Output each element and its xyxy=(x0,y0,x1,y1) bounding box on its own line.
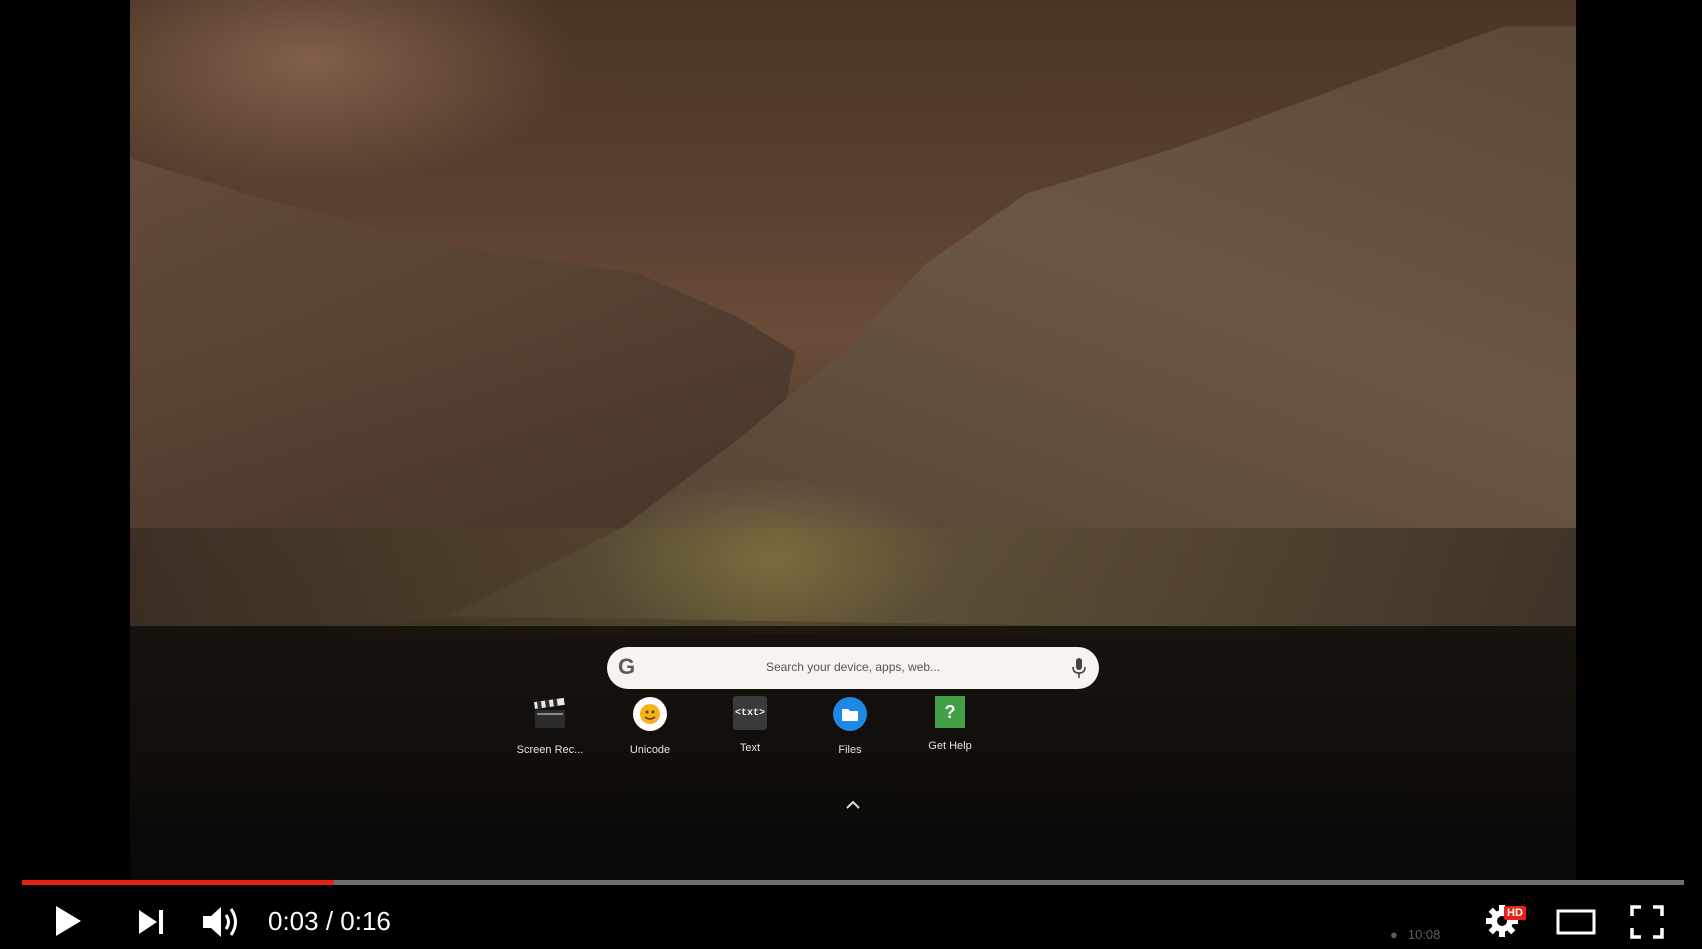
text-icon-glyph: <txt> xyxy=(734,707,765,719)
app-get-help[interactable]: ? Get Help xyxy=(900,696,1000,752)
search-placeholder: Search your device, apps, web... xyxy=(765,660,941,674)
emoji-face-icon xyxy=(632,696,668,732)
app-screen-recorder[interactable]: Screen Rec... xyxy=(500,696,600,756)
video-player-controls: 0:03 / 0:16 ● 10:08 HD xyxy=(0,870,1702,949)
progress-bar[interactable] xyxy=(22,880,1684,885)
progress-bar-played xyxy=(22,880,334,885)
next-icon[interactable] xyxy=(136,907,166,937)
chromeos-shelf-status: ● 10:08 xyxy=(1390,920,1570,948)
question-mark-icon: ? xyxy=(935,696,965,728)
clapperboard-icon xyxy=(532,696,568,732)
text-editor-icon: <txt> xyxy=(733,696,767,730)
app-label: Screen Rec... xyxy=(516,744,584,756)
app-label: Unicode xyxy=(629,744,671,756)
app-label: Text xyxy=(739,742,761,754)
app-text[interactable]: <txt> Text xyxy=(700,696,800,754)
hd-badge: HD xyxy=(1504,906,1526,920)
fullscreen-icon[interactable] xyxy=(1630,905,1664,939)
app-unicode[interactable]: Unicode xyxy=(600,696,700,756)
play-icon[interactable] xyxy=(52,903,84,939)
theater-mode-icon[interactable] xyxy=(1556,908,1596,936)
app-launcher: G Search your device, apps, web... Scree… xyxy=(130,626,1576,880)
launcher-search-box[interactable]: G Search your device, apps, web... xyxy=(607,647,1099,689)
help-icon-glyph: ? xyxy=(944,701,956,722)
volume-icon[interactable] xyxy=(200,903,242,941)
folder-icon xyxy=(832,696,868,732)
chevron-up-icon[interactable] xyxy=(841,798,865,812)
wallpaper-valley xyxy=(130,528,1576,634)
video-frame[interactable]: G Search your device, apps, web... Scree… xyxy=(130,0,1576,880)
bell-icon: ● xyxy=(1390,926,1398,942)
microphone-icon[interactable] xyxy=(1071,657,1087,679)
app-label: Get Help xyxy=(928,740,972,752)
shelf-clock: 10:08 xyxy=(1407,926,1441,942)
app-label: Files xyxy=(838,744,862,756)
app-files[interactable]: Files xyxy=(800,696,900,756)
time-display: 0:03 / 0:16 xyxy=(268,906,391,936)
